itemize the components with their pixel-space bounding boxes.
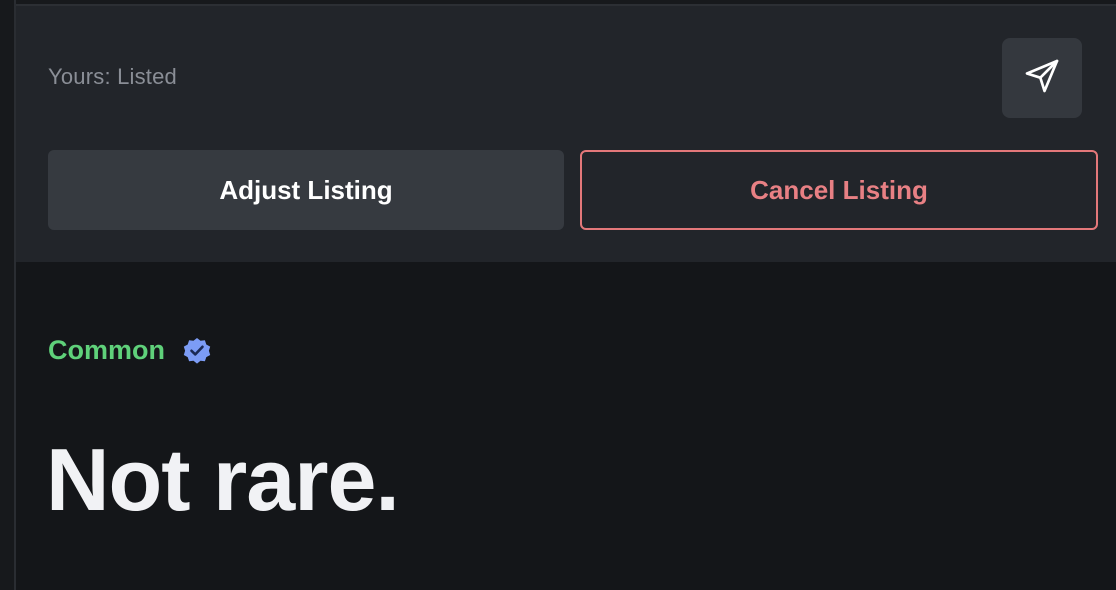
listing-status: Yours: Listed bbox=[48, 64, 177, 89]
verified-badge-icon bbox=[181, 334, 213, 366]
send-icon bbox=[1022, 56, 1062, 101]
share-button[interactable] bbox=[1002, 38, 1082, 118]
rarity-label: Common bbox=[48, 334, 165, 365]
rarity-row: Common bbox=[48, 334, 213, 366]
left-gutter bbox=[0, 0, 14, 590]
item-headline: Not rare. bbox=[46, 430, 400, 529]
cancel-listing-button[interactable]: Cancel Listing bbox=[580, 150, 1098, 230]
adjust-listing-button[interactable]: Adjust Listing bbox=[48, 150, 564, 230]
page: Yours: Listed Adjust Listing Cancel List… bbox=[0, 0, 1116, 590]
listing-panel: Yours: Listed Adjust Listing Cancel List… bbox=[16, 6, 1116, 262]
